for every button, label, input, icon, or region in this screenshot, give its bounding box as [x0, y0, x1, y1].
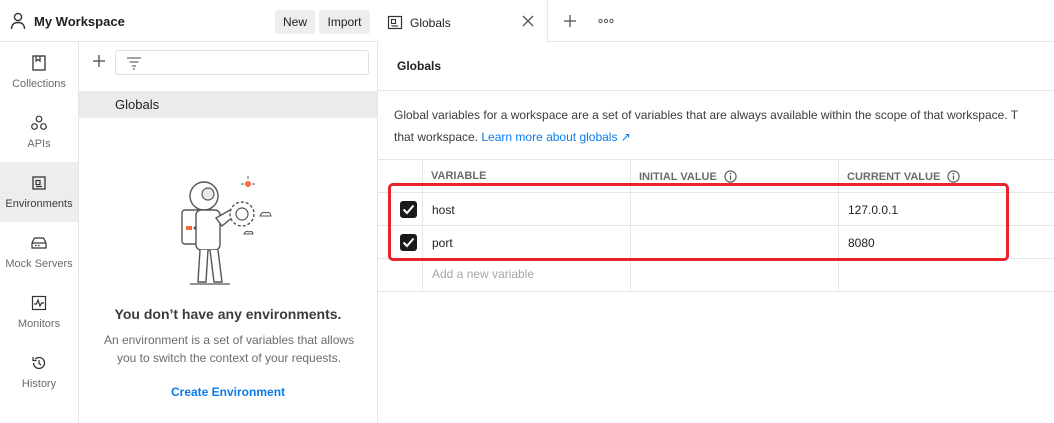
sidebar-item-globals[interactable]: Globals [79, 91, 377, 118]
new-tab-icon[interactable] [563, 14, 577, 28]
tab-bar: Globals [378, 0, 1054, 43]
info-icon[interactable] [724, 170, 737, 183]
panel-toolbar [79, 42, 377, 90]
content-header: Globals [378, 42, 1054, 91]
empty-state-title: You don’t have any environments. [114, 306, 342, 322]
empty-state-description: An environment is a set of variables tha… [103, 333, 355, 365]
nav-rail: Collections APIs Environments Mock Serve… [0, 42, 79, 423]
nav-label: Monitors [17, 318, 61, 330]
column-header: VARIABLE [431, 170, 487, 182]
add-variable-input[interactable]: Add a new variable [423, 259, 631, 291]
nav-item-environments[interactable]: Environments [0, 162, 78, 222]
nav-label: Collections [12, 78, 66, 90]
add-variable-placeholder: Add a new variable [432, 267, 535, 281]
mock-servers-icon [31, 237, 47, 249]
nav-item-history[interactable]: History [0, 342, 78, 402]
close-icon[interactable] [522, 15, 534, 27]
monitors-icon [31, 295, 47, 311]
nav-item-mock-servers[interactable]: Mock Servers [0, 222, 78, 282]
globals-description: Global variables for a workspace are a s… [394, 104, 1054, 148]
add-environment-icon[interactable] [91, 53, 107, 69]
environment-tab-icon [387, 15, 403, 30]
column-header: INITIAL VALUE [639, 170, 737, 183]
tab-globals[interactable]: Globals [378, 0, 548, 43]
astronaut-illustration [181, 176, 272, 285]
nav-item-monitors[interactable]: Monitors [0, 282, 78, 342]
learn-more-link[interactable]: Learn more about globals ↗ [481, 130, 630, 144]
description-text: that workspace. [394, 130, 482, 144]
environments-panel: Globals You don’t have any environments.… [79, 42, 378, 423]
filter-input[interactable] [115, 50, 369, 75]
import-button[interactable]: Import [319, 10, 370, 34]
column-header: CURRENT VALUE [847, 170, 960, 183]
annotation-highlight-box [388, 183, 1009, 261]
info-icon[interactable] [947, 170, 960, 183]
add-variable-row: Add a new variable [378, 259, 1054, 292]
user-icon [10, 12, 26, 30]
description-line-2: that workspace. Learn more about globals… [394, 126, 1054, 148]
more-options-icon[interactable] [598, 18, 614, 24]
nav-label: APIs [27, 138, 51, 150]
collections-icon [32, 55, 46, 71]
create-environment-link[interactable]: Create Environment [79, 385, 377, 399]
new-button[interactable]: New [275, 10, 315, 34]
apis-icon [31, 115, 47, 130]
nav-label: Mock Servers [5, 258, 73, 270]
nav-label: Environments [5, 198, 73, 210]
environments-icon [32, 176, 46, 190]
workspace-header: My Workspace New Import [0, 0, 378, 42]
tab-label: Globals [410, 16, 451, 30]
history-icon [32, 356, 46, 370]
workspace-title[interactable]: My Workspace [34, 14, 125, 29]
description-line: Global variables for a workspace are a s… [394, 108, 1019, 122]
sidebar-item-label: Globals [115, 97, 160, 112]
nav-item-apis[interactable]: APIs [0, 102, 78, 162]
page-title: Globals [397, 59, 442, 73]
filter-icon [127, 57, 141, 70]
nav-label: History [21, 378, 57, 390]
nav-item-collections[interactable]: Collections [0, 42, 78, 102]
